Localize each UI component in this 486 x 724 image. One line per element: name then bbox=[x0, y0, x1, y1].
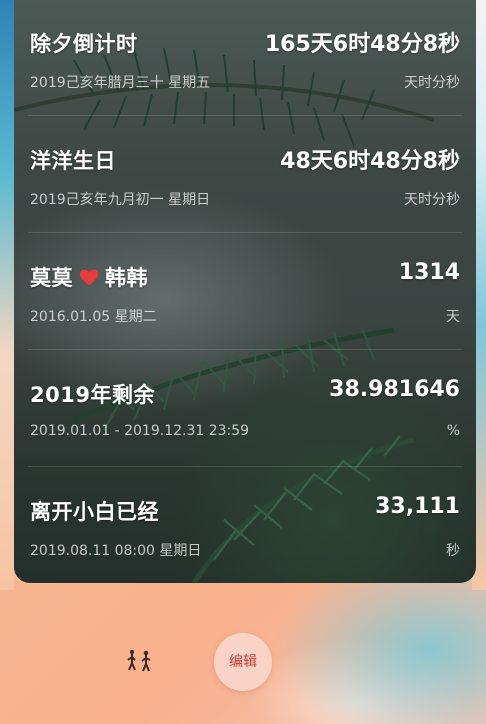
row-title-right: 韩韩 bbox=[105, 266, 148, 290]
countdown-card: 除夕倒计时 165天6时48分8秒 2019己亥年腊月三十 星期五 天时分秒 洋… bbox=[14, 0, 476, 583]
row-value: 38.981646 bbox=[329, 377, 460, 402]
row-title-left: 莫莫 bbox=[30, 266, 73, 290]
countdown-row-year-remaining[interactable]: 2019年剩余 38.981646 2019.01.01 - 2019.12.3… bbox=[14, 351, 476, 467]
row-date: 2019.01.01 - 2019.12.31 23:59 bbox=[30, 423, 250, 439]
row-title: 2019年剩余 bbox=[30, 383, 155, 407]
row-date: 2016.01.05 星期二 bbox=[30, 309, 157, 325]
row-title: 除夕倒计时 bbox=[30, 32, 138, 56]
row-divider bbox=[28, 115, 462, 116]
countdown-row-since-leaving[interactable]: 离开小白已经 33,111 2019.08.11 08:00 星期日 秒 bbox=[14, 468, 476, 583]
heart-icon bbox=[79, 269, 99, 286]
countdown-row-anniversary[interactable]: 莫莫 韩韩 1314 2016.01.05 星期二 天 bbox=[14, 234, 476, 350]
row-title: 莫莫 韩韩 bbox=[30, 262, 148, 292]
row-title: 洋洋生日 bbox=[30, 149, 116, 173]
row-divider bbox=[28, 232, 462, 233]
background-edge-left bbox=[0, 0, 14, 590]
row-unit: 天时分秒 bbox=[404, 75, 460, 91]
row-unit: 天时分秒 bbox=[404, 192, 460, 208]
row-unit: 天 bbox=[446, 309, 460, 325]
row-unit: % bbox=[446, 423, 460, 439]
countdown-row-new-year-eve[interactable]: 除夕倒计时 165天6时48分8秒 2019己亥年腊月三十 星期五 天时分秒 bbox=[14, 0, 476, 116]
walking-people-illustration bbox=[127, 649, 151, 672]
row-value: 1314 bbox=[398, 260, 460, 285]
row-unit: 秒 bbox=[446, 543, 460, 559]
row-date: 2019己亥年腊月三十 星期五 bbox=[30, 75, 211, 91]
countdown-row-birthday[interactable]: 洋洋生日 48天6时48分8秒 2019己亥年九月初一 星期日 天时分秒 bbox=[14, 117, 476, 233]
edit-button[interactable]: 编辑 bbox=[214, 633, 272, 691]
row-value: 33,111 bbox=[375, 494, 460, 519]
row-value: 165天6时48分8秒 bbox=[264, 32, 460, 57]
row-value: 48天6时48分8秒 bbox=[280, 149, 460, 174]
row-date: 2019己亥年九月初一 星期日 bbox=[30, 192, 211, 208]
row-title: 离开小白已经 bbox=[30, 500, 159, 524]
row-date: 2019.08.11 08:00 星期日 bbox=[30, 543, 202, 559]
row-divider bbox=[28, 466, 462, 467]
row-divider bbox=[28, 349, 462, 350]
